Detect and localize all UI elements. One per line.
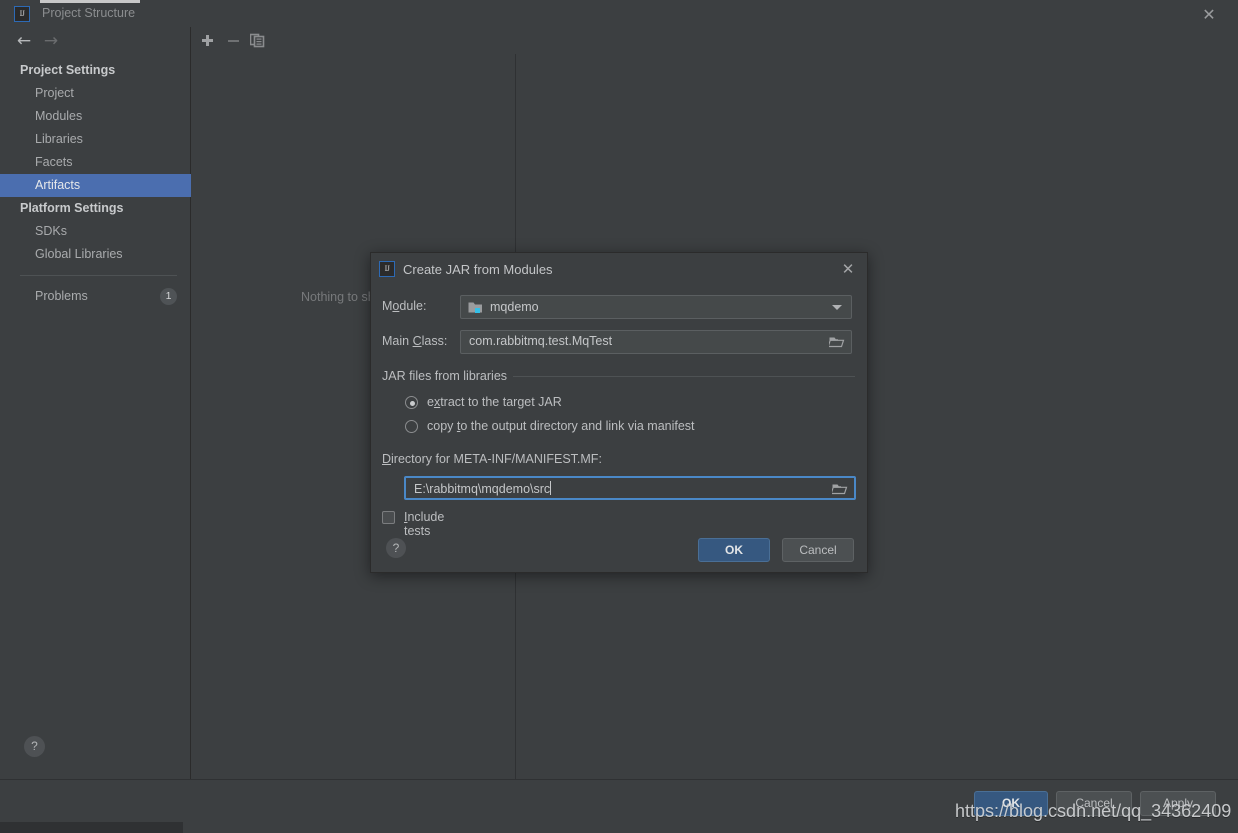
radio-extract-label: extract to the target JAR [427,395,562,409]
intellij-idea-icon: IJ [14,6,30,22]
sidebar-item-problems[interactable]: Problems 1 [0,285,191,308]
window-title-bar: IJ Project Structure ✕ [0,0,1238,27]
sidebar-divider [20,275,177,276]
include-tests-checkbox-box [382,511,395,524]
copy-icon [250,33,265,48]
sidebar-group-project-settings: Project Settings [20,63,116,77]
settings-sidebar: ← → Project Settings Project Modules Lib… [0,27,191,779]
dialog-title-bar: IJ Create JAR from Modules ✕ [371,253,869,286]
plus-icon [202,35,213,46]
include-tests-label: Include tests [404,510,444,538]
sidebar-nav-arrows: ← → [0,27,191,55]
jar-group-title: JAR files from libraries [382,369,514,383]
text-caret [550,481,552,495]
radio-copy-label-post: o the output directory and link via mani… [460,419,695,433]
help-button[interactable]: ? [24,736,45,757]
manifest-dir-value: E:\rabbitmq\mqdemo\src [414,481,552,496]
sidebar-item-modules[interactable]: Modules [0,105,191,128]
manifest-dir-label: Directory for META-INF/MANIFEST.MF: [382,452,602,466]
module-label: Module: [382,299,426,313]
sidebar-item-libraries[interactable]: Libraries [0,128,191,151]
radio-extract-label-pre: e [427,395,434,409]
module-dropdown[interactable]: mqdemo [460,295,852,319]
main-class-label-mnemonic: C [412,334,422,348]
create-jar-dialog: IJ Create JAR from Modules ✕ Module: mqd… [370,252,868,573]
sidebar-nav-list: Project Settings Project Modules Librari… [0,59,191,308]
manifest-dir-value-text: E:\rabbitmq\mqdemo\src [414,482,551,496]
watermark-text: https://blog.csdn.net/qq_34362409 [955,801,1232,821]
chevron-down-icon [832,305,842,310]
add-artifact-button[interactable] [198,31,217,50]
module-dropdown-value: mqdemo [490,300,539,314]
folder-browse-icon[interactable] [829,335,845,349]
include-tests-label-post: nclude tests [404,510,445,538]
main-class-label-pre: Main [382,334,413,348]
main-class-value: com.rabbitmq.test.MqTest [469,334,613,348]
sidebar-item-project[interactable]: Project [0,82,191,105]
dialog-ok-button[interactable]: OK [698,538,770,562]
manifest-dir-label-post: irectory for META-INF/MANIFEST.MF: [391,452,602,466]
dialog-close-icon[interactable]: ✕ [839,260,857,278]
dialog-intellij-icon: IJ [379,261,395,277]
module-label-pre: M [382,299,393,313]
artifacts-toolbar [192,27,1238,54]
back-arrow-icon[interactable]: ← [14,32,34,50]
main-class-field[interactable]: com.rabbitmq.test.MqTest [460,330,852,354]
minus-icon [228,39,239,42]
radio-copy-indicator [405,420,418,433]
dialog-help-button[interactable]: ? [386,538,406,558]
radio-copy-label: copy to the output directory and link vi… [427,419,695,433]
radio-extract-label-post: tract to the target JAR [440,395,562,409]
manifest-dir-label-mnemonic: D [382,452,392,466]
main-class-label: Main Class: [382,334,447,348]
sidebar-group-platform-settings: Platform Settings [20,201,124,215]
module-label-post: dule: [399,299,427,313]
remove-artifact-button[interactable] [224,31,243,50]
dialog-title: Create JAR from Modules [403,262,553,277]
intellij-idea-icon-label: IJ [19,9,25,18]
forward-arrow-icon[interactable]: → [41,32,61,50]
sidebar-item-sdks[interactable]: SDKs [0,220,191,243]
sidebar-item-problems-label: Problems [35,289,88,303]
module-folder-icon [468,302,482,313]
window-drag-hint [40,0,140,3]
dialog-cancel-button[interactable]: Cancel [782,538,854,562]
window-title: Project Structure [42,6,136,20]
footer-corner-strip [0,822,183,833]
close-icon[interactable]: ✕ [1200,5,1218,24]
main-class-label-post: lass: [421,334,448,348]
problems-count-badge: 1 [160,288,177,305]
copy-artifact-button[interactable] [248,31,267,50]
dialog-intellij-icon-label: IJ [384,264,390,273]
sidebar-item-artifacts[interactable]: Artifacts [0,174,191,197]
sidebar-item-global-libraries[interactable]: Global Libraries [0,243,191,266]
project-structure-window: IJ Project Structure ✕ ← → Project Setti… [0,0,1238,833]
radio-copy-label-pre: copy [427,419,457,433]
manifest-dir-field[interactable]: E:\rabbitmq\mqdemo\src [404,476,856,500]
radio-extract-indicator [405,396,418,409]
manifest-dir-browse-icon[interactable] [832,482,848,496]
sidebar-item-facets[interactable]: Facets [0,151,191,174]
